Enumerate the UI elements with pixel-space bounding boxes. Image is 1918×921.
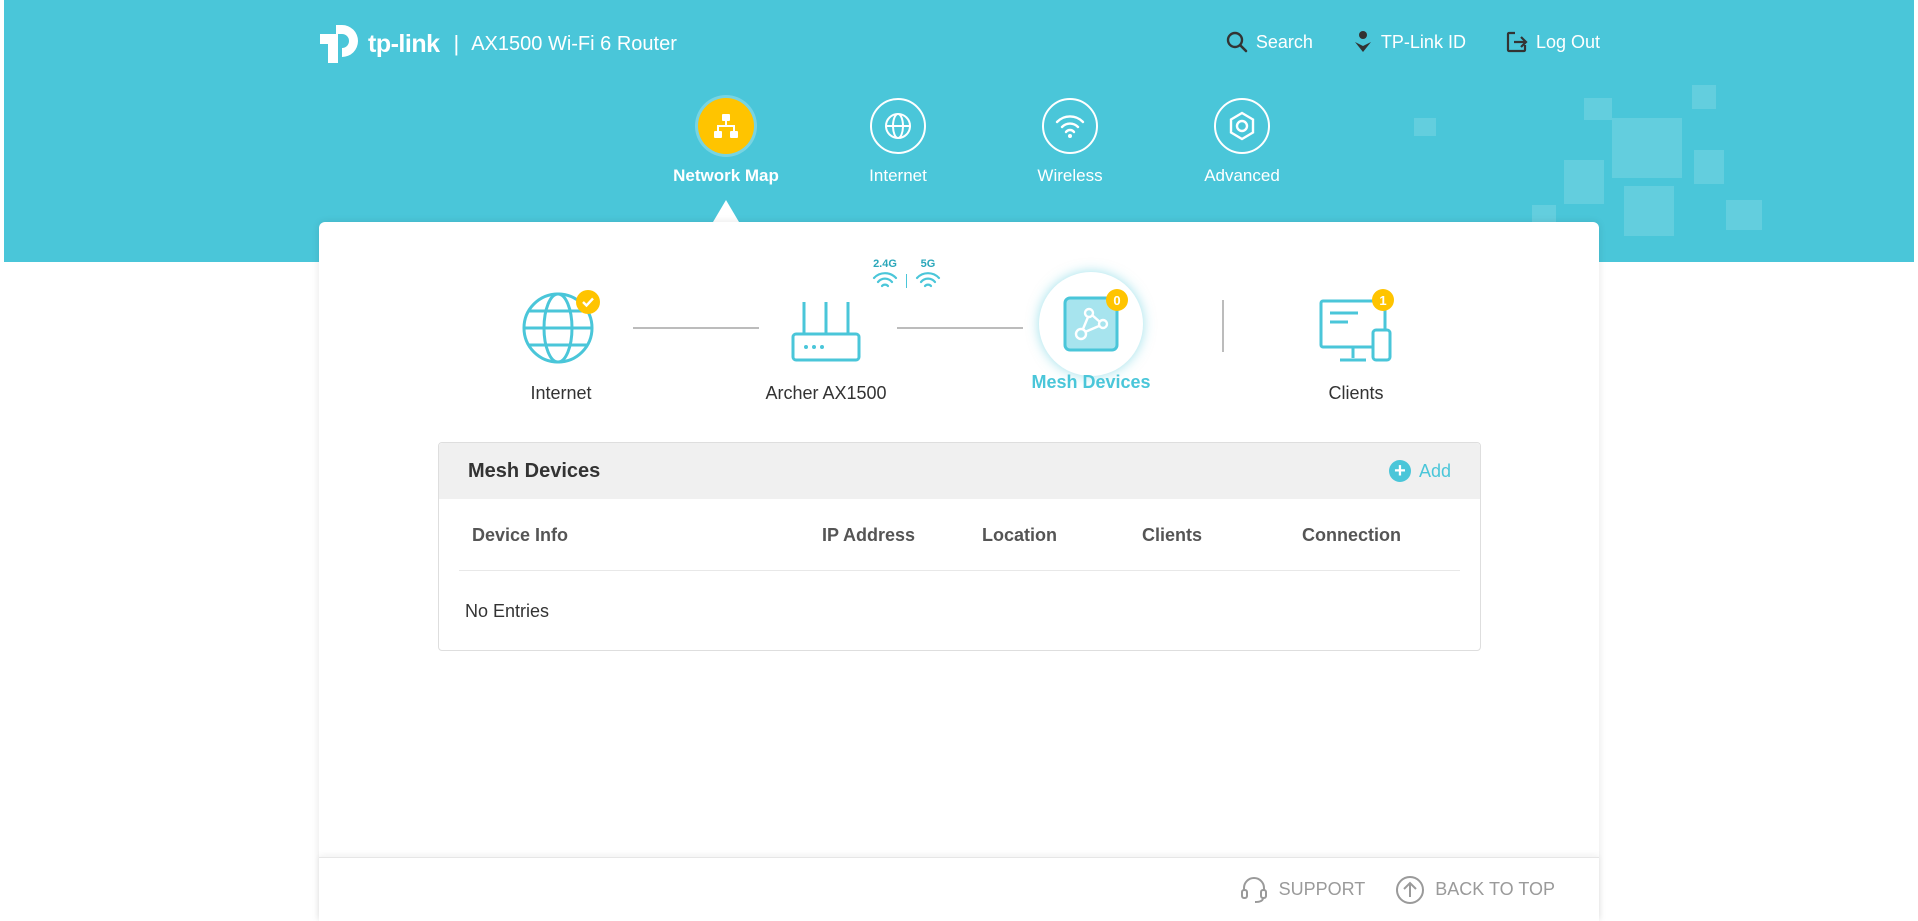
decor-square xyxy=(1694,150,1724,184)
add-mesh-device-button[interactable]: + Add xyxy=(1388,460,1451,482)
gear-icon xyxy=(1229,111,1255,141)
logout-link[interactable]: Log Out xyxy=(1506,30,1600,54)
band-5g: 5G xyxy=(915,258,941,291)
back-to-top-label: BACK TO TOP xyxy=(1435,879,1555,899)
network-map-icon xyxy=(714,114,738,138)
support-link[interactable]: SUPPORT xyxy=(1239,875,1366,905)
band-indicators: 2.4G 5G xyxy=(872,258,941,291)
band-24g: 2.4G xyxy=(872,258,898,291)
advanced-tab-circle xyxy=(1214,98,1270,154)
top-links: Search TP-Link ID Log Out xyxy=(1226,30,1600,54)
wifi-24g-icon xyxy=(872,272,898,288)
check-badge-icon xyxy=(576,290,600,314)
network-topology: Internet 2.4G 5G Archer AX1500 Mesh Devi… xyxy=(319,222,1599,422)
logout-icon xyxy=(1506,31,1528,53)
mesh-devices-panel: Mesh Devices + Add Device Info IP Addres… xyxy=(438,442,1481,651)
column-device-info: Device Info xyxy=(472,525,569,545)
wifi-5g-icon xyxy=(915,272,941,288)
tab-wireless[interactable]: Wireless xyxy=(984,98,1156,186)
topology-mesh-label: Mesh Devices xyxy=(1031,372,1151,392)
footer: SUPPORT BACK TO TOP xyxy=(319,857,1599,921)
band-24g-label: 2.4G xyxy=(873,258,897,270)
topology-router-label: Archer AX1500 xyxy=(765,383,887,403)
wifi-icon xyxy=(1055,115,1085,138)
clients-count-badge: 1 xyxy=(1372,289,1394,311)
decor-square xyxy=(1414,118,1436,136)
decor-square xyxy=(1692,85,1716,109)
topology-node-clients[interactable]: Clients xyxy=(1266,298,1446,404)
logo-separator: | xyxy=(453,31,460,56)
column-connection: Connection xyxy=(1302,525,1401,545)
internet-tab-circle xyxy=(870,98,926,154)
search-label: Search xyxy=(1255,31,1313,52)
mesh-count-badge: 0 xyxy=(1106,289,1128,311)
logo-text: tp-link xyxy=(368,29,440,58)
router-admin-page: tp-link | AX1500 Wi-Fi 6 Router Search T… xyxy=(0,0,1918,921)
decor-square xyxy=(1564,160,1604,204)
tplink-id-icon xyxy=(1354,31,1371,52)
decor-square xyxy=(1726,200,1762,230)
table-header: Device Info IP Address Location Clients … xyxy=(459,499,1460,571)
tab-wireless-label: Wireless xyxy=(1037,166,1103,185)
arrow-up-circle-icon xyxy=(1396,875,1425,904)
panel-header: Mesh Devices + Add xyxy=(439,443,1480,499)
tab-network-map-label: Network Map xyxy=(673,166,779,185)
tab-advanced-label: Advanced xyxy=(1204,166,1280,185)
add-label: Add xyxy=(1418,460,1451,481)
topology-clients-label: Clients xyxy=(1328,383,1384,403)
router-model: AX1500 Wi-Fi 6 Router xyxy=(471,32,677,55)
logout-label: Log Out xyxy=(1535,31,1600,52)
network-map-tab-circle xyxy=(698,98,754,154)
main-card: Internet 2.4G 5G Archer AX1500 Mesh Devi… xyxy=(319,222,1599,921)
headset-icon xyxy=(1240,876,1267,903)
band-divider xyxy=(906,274,907,288)
search-link[interactable]: Search xyxy=(1226,30,1313,54)
decor-square xyxy=(1612,118,1682,178)
tplink-id-link[interactable]: TP-Link ID xyxy=(1353,30,1466,54)
search-icon xyxy=(1226,31,1248,53)
column-clients: Clients xyxy=(1142,525,1203,545)
tab-internet-label: Internet xyxy=(869,166,927,185)
back-to-top-link[interactable]: BACK TO TOP xyxy=(1395,875,1555,905)
decor-square xyxy=(1584,98,1612,120)
top-bar: tp-link | AX1500 Wi-Fi 6 Router Search T… xyxy=(318,20,1600,80)
tab-advanced[interactable]: Advanced xyxy=(1156,98,1328,186)
panel-title: Mesh Devices xyxy=(468,459,601,482)
band-5g-label: 5G xyxy=(920,258,936,270)
empty-table-message: No Entries xyxy=(465,601,550,621)
main-nav: Network Map Internet Wireless Advanced xyxy=(640,98,1328,222)
globe-icon xyxy=(885,113,911,139)
support-label: SUPPORT xyxy=(1278,879,1366,899)
topology-divider xyxy=(1222,300,1224,352)
tplink-id-label: TP-Link ID xyxy=(1380,31,1466,52)
tplink-logo-icon xyxy=(320,25,358,63)
topology-node-mesh[interactable]: Mesh Devices xyxy=(1001,272,1181,393)
plus-circle-icon: + xyxy=(1388,460,1411,482)
wireless-tab-circle xyxy=(1042,98,1098,154)
brand-logo[interactable]: tp-link | AX1500 Wi-Fi 6 Router xyxy=(318,20,677,68)
decor-square xyxy=(1624,186,1674,236)
active-tab-pointer xyxy=(713,200,739,222)
router-icon xyxy=(791,302,861,362)
column-ip-address: IP Address xyxy=(822,525,916,545)
mesh-highlight-ring xyxy=(1039,272,1143,376)
topology-node-router[interactable]: Archer AX1500 xyxy=(736,298,916,404)
topology-node-internet[interactable]: Internet xyxy=(471,288,651,404)
topology-internet-label: Internet xyxy=(530,383,592,403)
tab-internet[interactable]: Internet xyxy=(812,98,984,186)
tab-network-map[interactable]: Network Map xyxy=(640,98,812,222)
column-location: Location xyxy=(982,525,1057,545)
